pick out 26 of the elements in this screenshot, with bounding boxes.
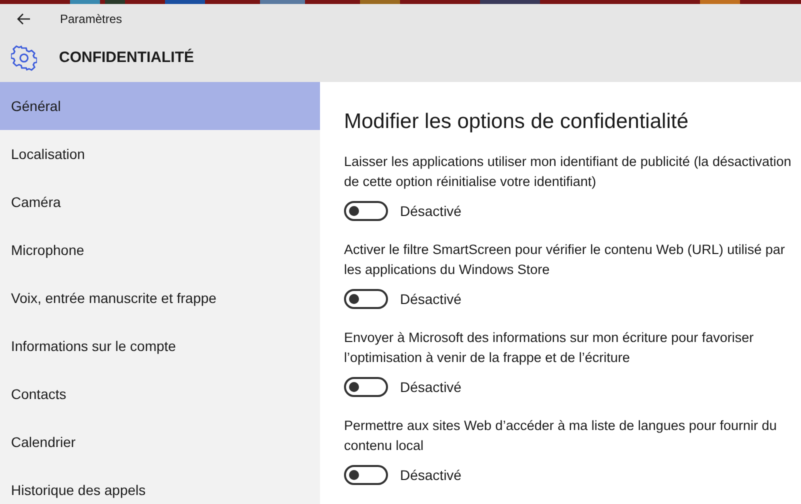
sidebar-item[interactable]: Localisation: [0, 130, 320, 178]
sidebar-item[interactable]: Voix, entrée manuscrite et frappe: [0, 274, 320, 322]
toggle-state-label: Désactivé: [400, 378, 462, 396]
sidebar-item[interactable]: Caméra: [0, 178, 320, 226]
toggle-switch[interactable]: [344, 201, 388, 221]
toggle-switch[interactable]: [344, 465, 388, 485]
toggle-state-label: Désactivé: [400, 290, 462, 308]
sidebar-item[interactable]: Microphone: [0, 226, 320, 274]
toggle-switch[interactable]: [344, 377, 388, 397]
section-heading: Modifier les options de confidentialité: [344, 109, 690, 135]
option-description: Laisser les applications utiliser mon identifiant de publicité (la désactivation de cette option réinitialise votre identifiant): [344, 152, 792, 191]
toggle-switch[interactable]: [344, 289, 388, 309]
gear-icon: [11, 45, 37, 71]
sidebar-item[interactable]: Calendrier: [0, 418, 320, 466]
back-arrow-icon[interactable]: [17, 13, 31, 25]
option-description: Envoyer à Microsoft des informations sur mon écriture pour favoriser l’optimisation à venir de la frappe et de l’écriture: [344, 328, 755, 367]
window-title: Paramètres: [60, 11, 122, 28]
option-description: Activer le filtre SmartScreen pour vérifier le contenu Web (URL) utilisé par les applications du Windows Store: [344, 240, 786, 279]
sidebar-item[interactable]: Historique des appels: [0, 466, 320, 504]
option-description: Permettre aux sites Web d’accéder à ma liste de langues pour fournir du contenu local: [344, 416, 778, 454]
sidebar-item[interactable]: Contacts: [0, 370, 320, 418]
sidebar-item[interactable]: Général: [0, 82, 320, 130]
page-title: CONFIDENTIALITÉ: [59, 48, 194, 68]
sidebar-item[interactable]: Informations sur le compte: [0, 322, 320, 370]
toggle-state-label: Désactivé: [400, 202, 462, 220]
toggle-state-label: Désactivé: [400, 466, 462, 484]
